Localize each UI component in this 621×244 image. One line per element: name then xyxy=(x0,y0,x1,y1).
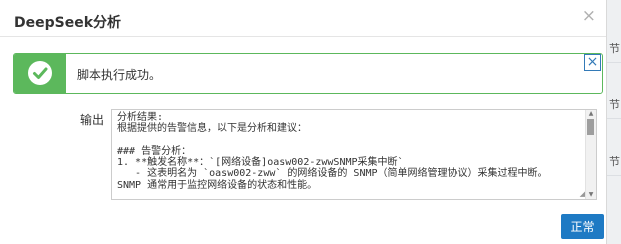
background-cell-text: 节 xyxy=(609,98,620,111)
dialog-title: DeepSeek分析 xyxy=(14,15,122,31)
scroll-up-arrow-icon[interactable]: ▲ xyxy=(587,110,595,118)
success-alert: 脚本执行成功。 × xyxy=(13,53,603,94)
alert-icon-container xyxy=(14,54,66,93)
output-textarea[interactable]: 分析结果: 根据提供的告警信息，以下是分析和建议： ### 告警分析： 1. *… xyxy=(111,109,597,200)
check-circle-icon xyxy=(28,61,52,85)
dialog-close-button[interactable]: × xyxy=(582,6,596,26)
alert-close-button[interactable]: × xyxy=(584,54,601,71)
output-label: 输出 xyxy=(80,113,105,127)
background-table-edge: 节 节 节 xyxy=(606,0,621,244)
deepseek-analysis-dialog: DeepSeek分析 × 脚本执行成功。 × 输出 分析结果: 根据提供的告警信… xyxy=(0,0,607,244)
resize-grip-icon[interactable]: ◢ xyxy=(580,190,585,198)
scroll-thumb[interactable] xyxy=(587,119,594,135)
background-cell-text: 节 xyxy=(609,42,620,55)
scroll-down-arrow-icon[interactable]: ▼ xyxy=(587,191,595,199)
background-cell-text: 节 xyxy=(609,155,620,168)
output-scrollbar[interactable]: ▲ ▼ xyxy=(585,110,596,199)
ok-button[interactable]: 正常 xyxy=(561,214,604,239)
alert-message: 脚本执行成功。 xyxy=(77,68,162,82)
dialog-header: DeepSeek分析 × xyxy=(0,0,606,37)
output-content: 分析结果: 根据提供的告警信息，以下是分析和建议： ### 告警分析： 1. *… xyxy=(117,112,548,191)
